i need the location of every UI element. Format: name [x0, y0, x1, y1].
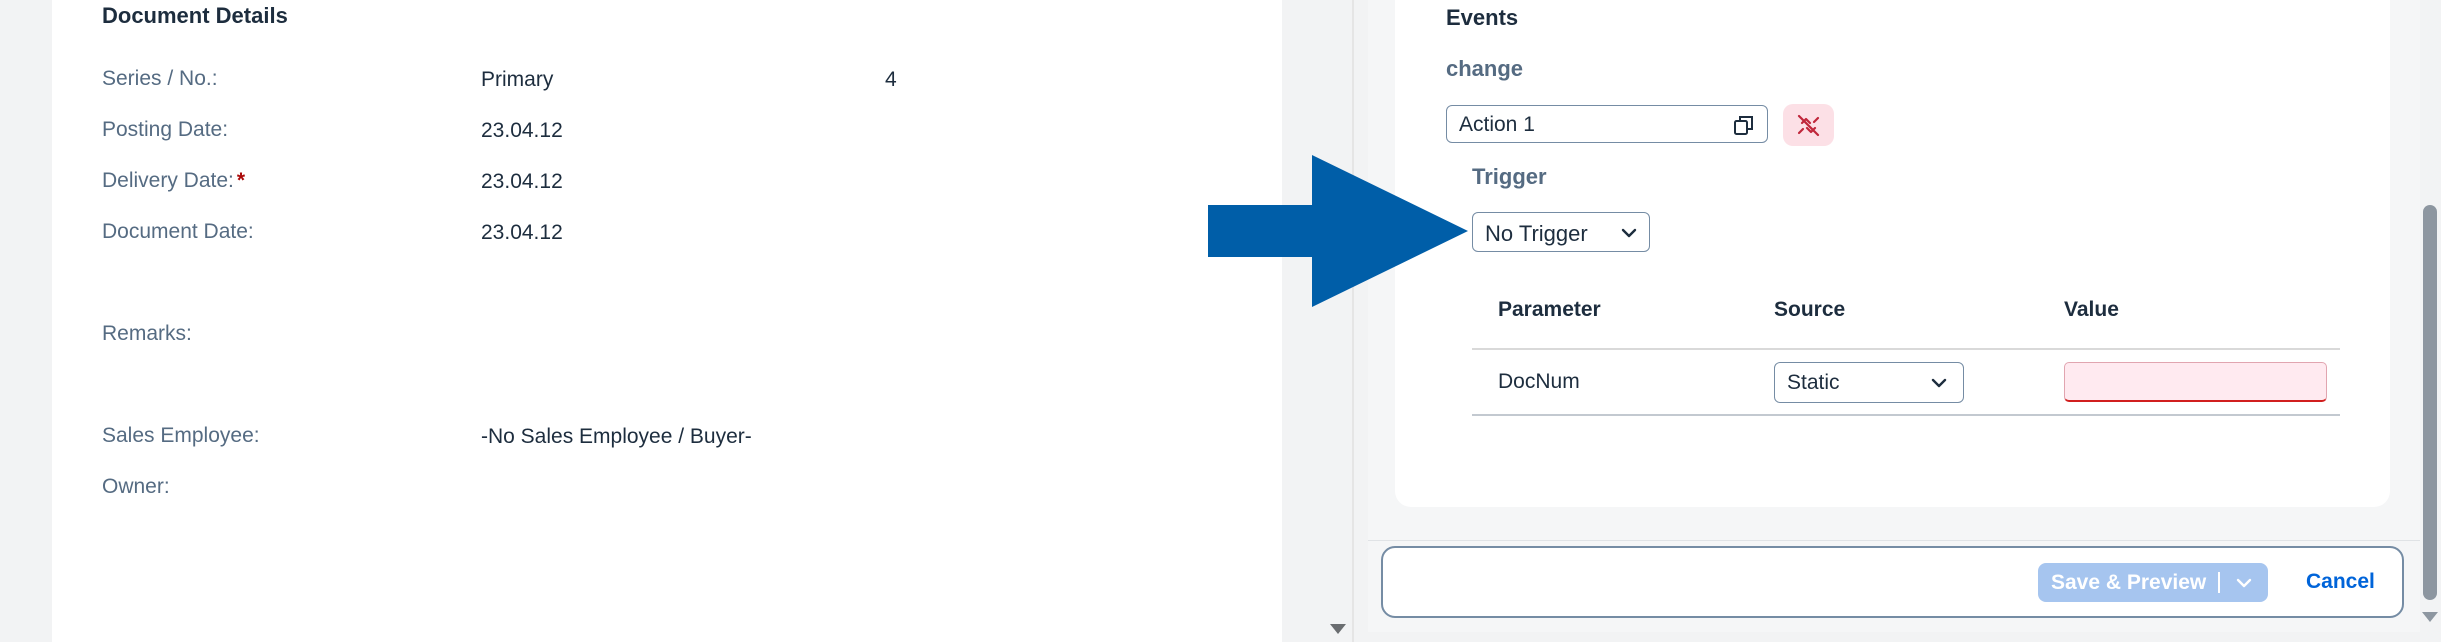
delivery-date-value[interactable]: 23.04.12	[481, 170, 563, 194]
split-divider	[2218, 572, 2220, 593]
save-preview-button[interactable]: Save & Preview	[2051, 571, 2206, 595]
trigger-selected-value: No Trigger	[1485, 221, 1588, 246]
trigger-select[interactable]: No Trigger	[1472, 212, 1650, 252]
owner-label: Owner:	[102, 475, 170, 498]
events-card	[1395, 0, 2390, 507]
trigger-label: Trigger	[1472, 164, 1547, 189]
cancel-button[interactable]: Cancel	[2306, 570, 2375, 594]
remarks-label: Remarks:	[102, 322, 192, 345]
panel-divider	[1352, 0, 1354, 642]
series-value[interactable]: Primary	[481, 68, 553, 92]
scroll-down-arrow-icon[interactable]	[1330, 624, 1346, 634]
footer-separator	[1368, 540, 2420, 541]
sales-employee-value[interactable]: -No Sales Employee / Buyer-	[481, 425, 752, 449]
chevron-down-icon	[1931, 378, 1947, 388]
column-header-value: Value	[2064, 298, 2119, 321]
delivery-date-label-text: Delivery Date:	[102, 169, 234, 192]
document-number-value[interactable]: 4	[885, 68, 897, 92]
scrollbar-thumb[interactable]	[2423, 205, 2437, 600]
source-selected-value: Static	[1787, 371, 1840, 394]
table-header-divider	[1472, 348, 2340, 350]
scroll-down-arrow-icon[interactable]	[2422, 612, 2438, 622]
required-marker: *	[236, 169, 246, 192]
save-preview-split-button[interactable]: Save & Preview	[2038, 563, 2268, 602]
unlink-icon	[1797, 114, 1820, 137]
action-input[interactable]: Action 1	[1446, 105, 1768, 143]
annotation-arrow-icon	[1208, 155, 1468, 307]
posting-date-label: Posting Date:	[102, 118, 229, 141]
value-input[interactable]	[2064, 362, 2327, 402]
event-name-label: change	[1446, 56, 1524, 81]
document-date-label: Document Date:	[102, 220, 254, 243]
column-header-parameter: Parameter	[1498, 298, 1601, 321]
table-row-divider	[1472, 414, 2340, 416]
chevron-down-icon	[1621, 228, 1637, 238]
series-no-label: Series / No.:	[102, 67, 218, 90]
document-date-value[interactable]: 23.04.12	[481, 221, 563, 245]
delivery-date-label: Delivery Date: *	[102, 169, 245, 193]
source-select[interactable]: Static	[1774, 362, 1964, 403]
events-title: Events	[1446, 5, 1519, 30]
copy-icon[interactable]	[1733, 114, 1755, 136]
document-details-title: Document Details	[102, 3, 288, 28]
document-details-panel	[52, 0, 1282, 642]
action-input-value: Action 1	[1459, 113, 1535, 136]
chevron-down-icon[interactable]	[2234, 573, 2254, 593]
unlink-button[interactable]	[1783, 104, 1834, 146]
posting-date-value[interactable]: 23.04.12	[481, 119, 563, 143]
column-header-source: Source	[1774, 298, 1846, 321]
parameter-cell: DocNum	[1498, 370, 1580, 393]
sales-employee-label: Sales Employee:	[102, 424, 260, 447]
